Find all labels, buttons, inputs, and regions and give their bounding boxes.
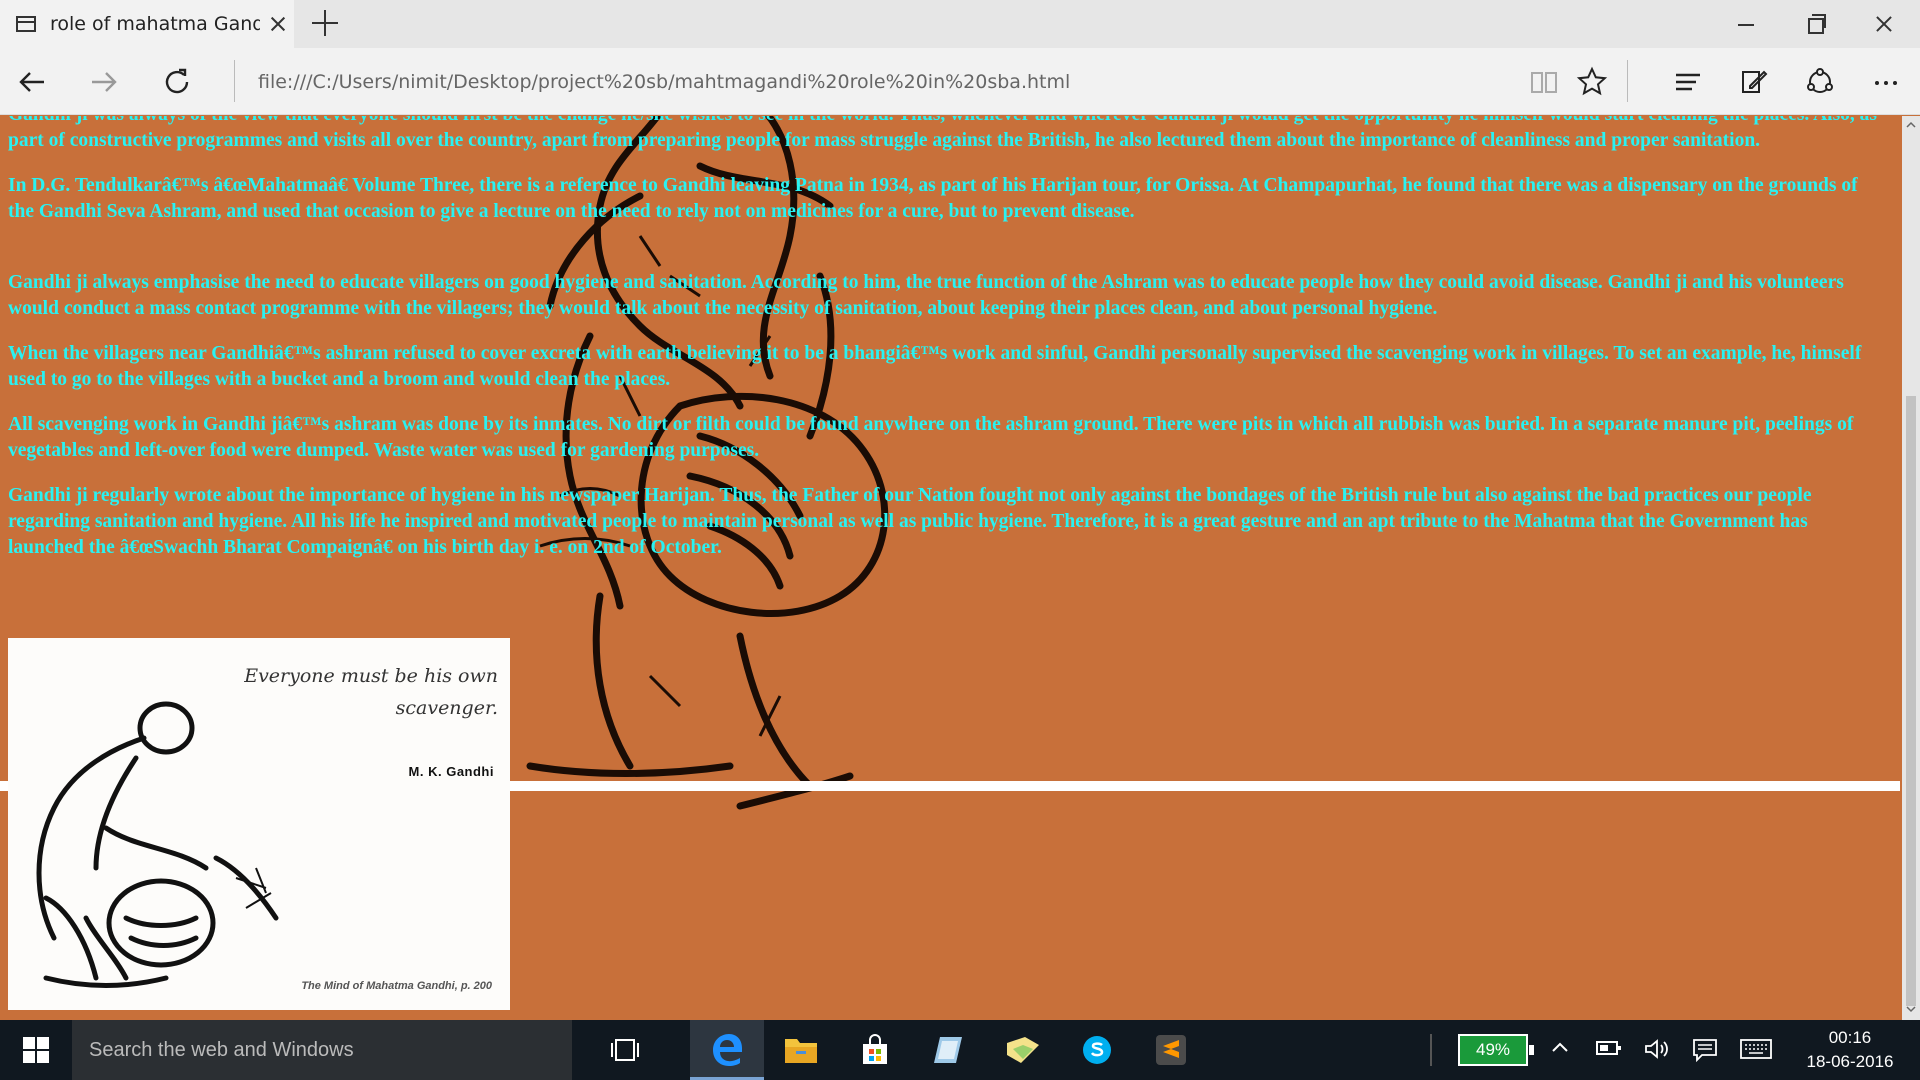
volume-icon[interactable] xyxy=(1644,1038,1670,1062)
address-bar[interactable]: file:///C:/Users/nimit/Desktop/project%2… xyxy=(258,66,1498,98)
battery-indicator[interactable]: 49% xyxy=(1458,1034,1534,1066)
more-icon[interactable] xyxy=(1866,62,1906,102)
scrollbar-thumb[interactable] xyxy=(1906,396,1916,1006)
paragraph-4: When the villagers near Gandhiâ€™s ashra… xyxy=(8,343,1862,390)
action-center-icon[interactable] xyxy=(1692,1038,1718,1063)
favorite-star-icon[interactable] xyxy=(1572,62,1612,102)
taskbar-sublime[interactable] xyxy=(1134,1020,1208,1080)
paragraph-3: Gandhi ji always emphasise the need to e… xyxy=(8,272,1844,319)
gandhi-sketch-illustration xyxy=(36,701,279,988)
refresh-icon[interactable] xyxy=(157,62,197,102)
taskbar-app-blue[interactable] xyxy=(912,1020,986,1080)
store-icon xyxy=(863,1034,887,1064)
taskbar: Search the web and Windows 49% 00:16 18-… xyxy=(0,1020,1920,1080)
tab-title: role of mahatma Gandh xyxy=(50,13,260,35)
quote-text: Everyone must be his own scavenger. xyxy=(244,665,498,719)
clock-time: 00:16 xyxy=(1828,1028,1872,1047)
restore-button[interactable] xyxy=(1780,0,1848,48)
forward-icon[interactable] xyxy=(84,62,124,102)
taskbar-edge[interactable] xyxy=(690,1020,764,1080)
scroll-up-icon[interactable] xyxy=(1906,120,1916,130)
quote-image: Everyone must be his own scavenger. M. K… xyxy=(8,638,510,1010)
scroll-down-icon[interactable] xyxy=(1906,1004,1916,1014)
touch-keyboard-icon[interactable] xyxy=(1740,1038,1772,1062)
quote-source: The Mind of Mahatma Gandhi, p. 200 xyxy=(301,980,492,992)
paragraph-5: All scavenging work in Gandhi jiâ€™s ash… xyxy=(8,414,1854,461)
skype-icon xyxy=(1083,1036,1111,1064)
task-view-icon xyxy=(611,1039,639,1061)
sublime-text-icon xyxy=(1156,1035,1186,1065)
clock[interactable]: 00:16 18-06-2016 xyxy=(1780,1026,1920,1074)
start-button[interactable] xyxy=(0,1020,72,1080)
article-text: Gandhi ji was always of the view that ev… xyxy=(8,116,1883,580)
navigation-bar: file:///C:/Users/nimit/Desktop/project%2… xyxy=(0,48,1920,115)
taskbar-file-explorer[interactable] xyxy=(764,1020,838,1080)
close-window-button[interactable] xyxy=(1848,0,1916,48)
notes-app-icon xyxy=(934,1037,962,1063)
power-icon[interactable] xyxy=(1596,1038,1622,1062)
hub-icon[interactable] xyxy=(1668,62,1708,102)
taskbar-search-input[interactable]: Search the web and Windows xyxy=(72,1020,572,1080)
taskbar-store[interactable] xyxy=(838,1020,912,1080)
taskbar-app-folder[interactable] xyxy=(986,1020,1060,1080)
show-hidden-icons-icon[interactable] xyxy=(1550,1038,1570,1062)
tab-active[interactable]: role of mahatma Gandh xyxy=(0,0,294,48)
task-view-button[interactable] xyxy=(588,1020,662,1080)
new-tab-icon[interactable] xyxy=(312,10,338,36)
toolbar-separator xyxy=(1627,60,1628,102)
edge-icon xyxy=(713,1033,742,1066)
sticky-folder-icon xyxy=(1007,1037,1039,1063)
share-icon[interactable] xyxy=(1800,62,1840,102)
back-icon[interactable] xyxy=(12,62,52,102)
tab-bar: role of mahatma Gandh xyxy=(0,0,1920,48)
quote-author: M. K. Gandhi xyxy=(408,764,494,779)
address-separator xyxy=(234,60,235,102)
taskbar-skype[interactable] xyxy=(1060,1020,1134,1080)
vertical-scrollbar[interactable] xyxy=(1902,116,1920,1020)
tray-separator xyxy=(1430,1034,1432,1066)
close-tab-icon[interactable] xyxy=(266,12,290,36)
paragraph-2: In D.G. Tendulkarâ€™s â€œMahatmaâ€ Volum… xyxy=(8,175,1858,222)
reading-view-icon[interactable] xyxy=(1524,62,1564,102)
page-icon xyxy=(16,16,36,32)
minimize-button[interactable] xyxy=(1712,0,1780,48)
paragraph-1: Gandhi ji was always of the view that ev… xyxy=(8,116,1877,151)
windows-logo-icon xyxy=(23,1037,49,1063)
folder-icon xyxy=(785,1039,817,1063)
web-note-icon[interactable] xyxy=(1734,62,1774,102)
clock-date: 18-06-2016 xyxy=(1806,1052,1894,1071)
web-page: Gandhi ji was always of the view that ev… xyxy=(0,116,1900,1020)
paragraph-6: Gandhi ji regularly wrote about the impo… xyxy=(8,485,1812,558)
